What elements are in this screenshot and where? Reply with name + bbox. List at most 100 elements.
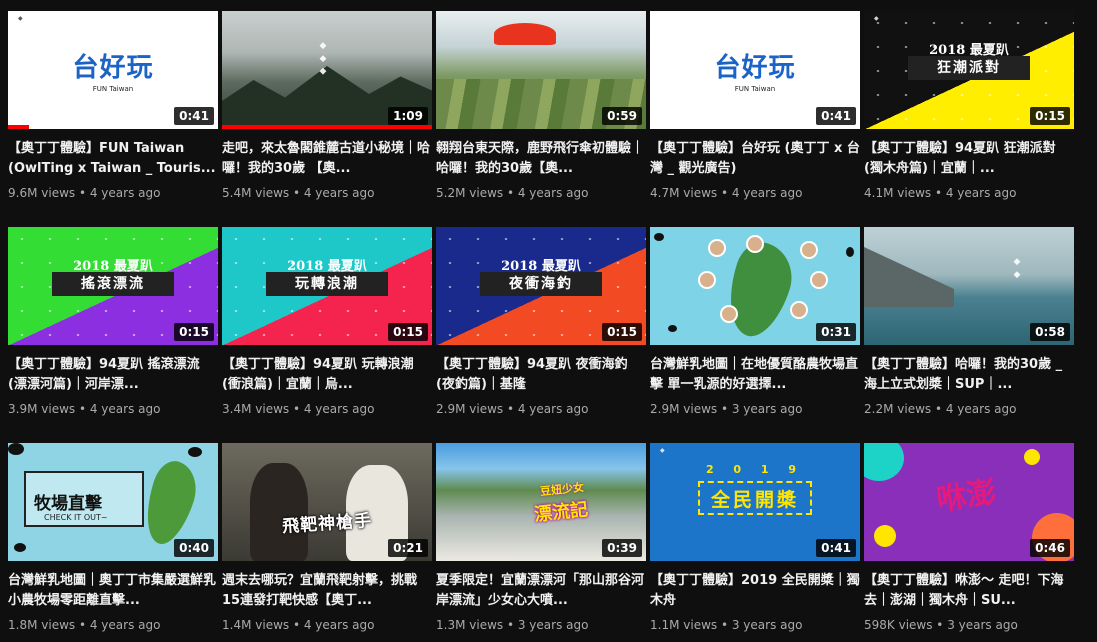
duration-badge: 0:41 bbox=[816, 107, 856, 125]
video-title[interactable]: 翱翔台東天際，鹿野飛行傘初體驗｜哈囉！我的30歲【奧... bbox=[436, 139, 646, 179]
duration-badge: 0:46 bbox=[1030, 539, 1070, 557]
video-card[interactable]: 咻澎 0:46 【奧丁丁體驗】咻澎～ 走吧！下海去｜澎湖｜獨木舟｜SU... 5… bbox=[864, 443, 1074, 642]
video-title[interactable]: 夏季限定！宜蘭漂漂河「那山那谷河岸漂流」少女心大噴... bbox=[436, 571, 646, 611]
upload-age: 3 years ago bbox=[731, 618, 803, 632]
video-thumbnail[interactable]: 0:59 bbox=[436, 11, 646, 129]
video-meta: 4.1M views • 4 years ago bbox=[864, 186, 1017, 200]
video-title[interactable]: 【奧丁丁體驗】94夏趴 夜衝海釣 (夜釣篇)｜基隆 bbox=[436, 355, 646, 395]
duration-badge: 0:15 bbox=[174, 323, 214, 341]
thumbnail-year: 2 0 1 9 bbox=[705, 463, 805, 476]
upload-age: 4 years ago bbox=[517, 402, 589, 416]
video-thumbnail[interactable]: 2018 最夏趴 夜衝海釣 0:15 bbox=[436, 227, 646, 345]
video-title[interactable]: 【奧丁丁體驗】咻澎～ 走吧！下海去｜澎湖｜獨木舟｜SU... bbox=[864, 571, 1074, 611]
thumbnail-banner: 玩轉浪潮 bbox=[266, 272, 388, 296]
video-title[interactable]: 台灣鮮乳地圖｜奧丁丁市集嚴選鮮乳 小農牧場零距離直擊... bbox=[8, 571, 218, 611]
view-count: 2.9M views bbox=[650, 402, 718, 416]
video-title[interactable]: 台灣鮮乳地圖｜在地優質酪農牧場直擊 單一乳源的好選擇... bbox=[650, 355, 860, 395]
video-card[interactable]: 飛靶神槍手 0:21 週末去哪玩？宜蘭飛靶射擊，挑戰15連發打靶快感【奧丁...… bbox=[222, 443, 432, 642]
view-count: 3.9M views bbox=[8, 402, 76, 416]
video-title[interactable]: 【奧丁丁體驗】94夏趴 狂潮派對 (獨木舟篇)｜宜蘭｜... bbox=[864, 139, 1074, 179]
view-count: 1.1M views bbox=[650, 618, 718, 632]
video-meta: 1.8M views • 4 years ago bbox=[8, 618, 161, 632]
video-meta: 598K views • 3 years ago bbox=[864, 618, 1018, 632]
video-thumbnail[interactable]: 牧場直擊 CHECK IT OUT~ 0:40 bbox=[8, 443, 218, 561]
upload-age: 4 years ago bbox=[89, 186, 161, 200]
view-count: 4.7M views bbox=[650, 186, 718, 200]
video-meta: 5.2M views • 4 years ago bbox=[436, 186, 589, 200]
view-count: 3.4M views bbox=[222, 402, 290, 416]
upload-age: 4 years ago bbox=[731, 186, 803, 200]
video-card[interactable]: 2018 最夏趴 夜衝海釣 0:15 【奧丁丁體驗】94夏趴 夜衝海釣 (夜釣篇… bbox=[436, 227, 646, 443]
video-thumbnail[interactable]: 飛靶神槍手 0:21 bbox=[222, 443, 432, 561]
view-count: 1.4M views bbox=[222, 618, 290, 632]
video-card[interactable]: 2018 最夏趴 搖滾漂流 0:15 【奧丁丁體驗】94夏趴 搖滾漂流 (漂漂河… bbox=[8, 227, 218, 443]
video-card[interactable]: 0:59 翱翔台東天際，鹿野飛行傘初體驗｜哈囉！我的30歲【奧... 5.2M … bbox=[436, 11, 646, 227]
view-count: 598K views bbox=[864, 618, 933, 632]
paraglider-wing-icon bbox=[494, 23, 556, 45]
video-thumbnail[interactable]: 咻澎 0:46 bbox=[864, 443, 1074, 561]
duration-badge: 1:09 bbox=[388, 107, 428, 125]
video-thumbnail[interactable]: ◆ ◆ ◆ 1:09 bbox=[222, 11, 432, 129]
view-count: 5.4M views bbox=[222, 186, 290, 200]
upload-age: 4 years ago bbox=[303, 618, 375, 632]
view-count: 1.3M views bbox=[436, 618, 504, 632]
video-card[interactable]: 2018 最夏趴 玩轉浪潮 0:15 【奧丁丁體驗】94夏趴 玩轉浪潮 (衝浪篇… bbox=[222, 227, 432, 443]
duration-badge: 0:41 bbox=[174, 107, 214, 125]
video-title[interactable]: 【奧丁丁體驗】哈囉！我的30歲 _ 海上立式划槳｜SUP｜... bbox=[864, 355, 1074, 395]
video-thumbnail[interactable]: 豆妞少女 漂流記 0:39 bbox=[436, 443, 646, 561]
video-thumbnail[interactable]: ◆ 2 0 1 9 全民開槳 0:41 bbox=[650, 443, 860, 561]
video-thumbnail[interactable]: ◆ ◆ 0:58 bbox=[864, 227, 1074, 345]
thumbnail-logo: 台好玩 bbox=[72, 53, 154, 83]
watch-progress-bar bbox=[8, 125, 29, 129]
duration-badge: 0:41 bbox=[816, 539, 856, 557]
video-thumbnail[interactable]: ◆ 2018 最夏趴 狂潮派對 0:15 bbox=[864, 11, 1074, 129]
duration-badge: 0:15 bbox=[602, 323, 642, 341]
video-card[interactable]: 牧場直擊 CHECK IT OUT~ 0:40 台灣鮮乳地圖｜奧丁丁市集嚴選鮮乳… bbox=[8, 443, 218, 642]
video-thumbnail[interactable]: 0:31 bbox=[650, 227, 860, 345]
video-meta: 1.4M views • 4 years ago bbox=[222, 618, 375, 632]
thumbnail-subtitle-text: CHECK IT OUT~ bbox=[44, 513, 108, 522]
view-count: 1.8M views bbox=[8, 618, 76, 632]
video-card[interactable]: ◆ 台好玩 FUN Taiwan 0:41 【奧丁丁體驗】FUN Taiwan … bbox=[8, 11, 218, 227]
video-meta: 2.2M views • 4 years ago bbox=[864, 402, 1017, 416]
thumbnail-title-text: 全民開槳 bbox=[710, 489, 799, 511]
video-card[interactable]: ◆ 2 0 1 9 全民開槳 0:41 【奧丁丁體驗】2019 全民開槳｜獨木舟… bbox=[650, 443, 860, 642]
video-meta: 5.4M views • 4 years ago bbox=[222, 186, 375, 200]
video-meta: 1.3M views • 3 years ago bbox=[436, 618, 589, 632]
video-card[interactable]: 0:31 台灣鮮乳地圖｜在地優質酪農牧場直擊 單一乳源的好選擇... 2.9M … bbox=[650, 227, 860, 443]
duration-badge: 0:21 bbox=[388, 539, 428, 557]
channel-logo-icon: ◆ bbox=[660, 447, 666, 454]
video-card[interactable]: ◆ ◆ 0:58 【奧丁丁體驗】哈囉！我的30歲 _ 海上立式划槳｜SUP｜..… bbox=[864, 227, 1074, 443]
video-grid: ◆ 台好玩 FUN Taiwan 0:41 【奧丁丁體驗】FUN Taiwan … bbox=[8, 11, 1074, 641]
video-thumbnail[interactable]: 2018 最夏趴 搖滾漂流 0:15 bbox=[8, 227, 218, 345]
channel-logo-icon: ◆ bbox=[18, 15, 24, 22]
video-card[interactable]: ◆ 2018 最夏趴 狂潮派對 0:15 【奧丁丁體驗】94夏趴 狂潮派對 (獨… bbox=[864, 11, 1074, 227]
video-thumbnail[interactable]: 2018 最夏趴 玩轉浪潮 0:15 bbox=[222, 227, 432, 345]
upload-age: 3 years ago bbox=[731, 402, 803, 416]
thumbnail-title-text: 牧場直擊 bbox=[34, 494, 102, 514]
view-count: 4.1M views bbox=[864, 186, 932, 200]
video-title[interactable]: 【奧丁丁體驗】台好玩 (奧丁丁 x 台灣 _ 觀光廣告) bbox=[650, 139, 860, 179]
view-count: 9.6M views bbox=[8, 186, 76, 200]
video-card[interactable]: ◆ ◆ ◆ 1:09 走吧，來太魯閣錐麓古道小秘境｜哈囉！我的30歲 【奧...… bbox=[222, 11, 432, 227]
video-title[interactable]: 【奧丁丁體驗】FUN Taiwan (OwlTing x Taiwan _ To… bbox=[8, 139, 218, 179]
thumbnail-logo-sub: FUN Taiwan bbox=[92, 85, 134, 93]
view-count: 5.2M views bbox=[436, 186, 504, 200]
video-title[interactable]: 【奧丁丁體驗】2019 全民開槳｜獨木舟 bbox=[650, 571, 860, 611]
video-meta: 2.9M views • 4 years ago bbox=[436, 402, 589, 416]
video-title[interactable]: 【奧丁丁體驗】94夏趴 玩轉浪潮 (衝浪篇)｜宜蘭｜烏... bbox=[222, 355, 432, 395]
upload-age: 3 years ago bbox=[517, 618, 589, 632]
video-meta: 9.6M views • 4 years ago bbox=[8, 186, 161, 200]
video-card[interactable]: 台好玩 FUN Taiwan 0:41 【奧丁丁體驗】台好玩 (奧丁丁 x 台灣… bbox=[650, 11, 860, 227]
video-title[interactable]: 週末去哪玩？宜蘭飛靶射擊，挑戰15連發打靶快感【奧丁... bbox=[222, 571, 432, 611]
video-card[interactable]: 豆妞少女 漂流記 0:39 夏季限定！宜蘭漂漂河「那山那谷河岸漂流」少女心大噴.… bbox=[436, 443, 646, 642]
video-title[interactable]: 【奧丁丁體驗】94夏趴 搖滾漂流 (漂漂河篇)｜河岸漂... bbox=[8, 355, 218, 395]
thumbnail-banner: 狂潮派對 bbox=[908, 56, 1030, 80]
thumbnail-logo: 台好玩 bbox=[714, 53, 796, 83]
video-title[interactable]: 走吧，來太魯閣錐麓古道小秘境｜哈囉！我的30歲 【奧... bbox=[222, 139, 432, 179]
video-thumbnail[interactable]: ◆ 台好玩 FUN Taiwan 0:41 bbox=[8, 11, 218, 129]
duration-badge: 0:15 bbox=[388, 323, 428, 341]
upload-age: 4 years ago bbox=[517, 186, 589, 200]
video-thumbnail[interactable]: 台好玩 FUN Taiwan 0:41 bbox=[650, 11, 860, 129]
upload-age: 4 years ago bbox=[303, 186, 375, 200]
